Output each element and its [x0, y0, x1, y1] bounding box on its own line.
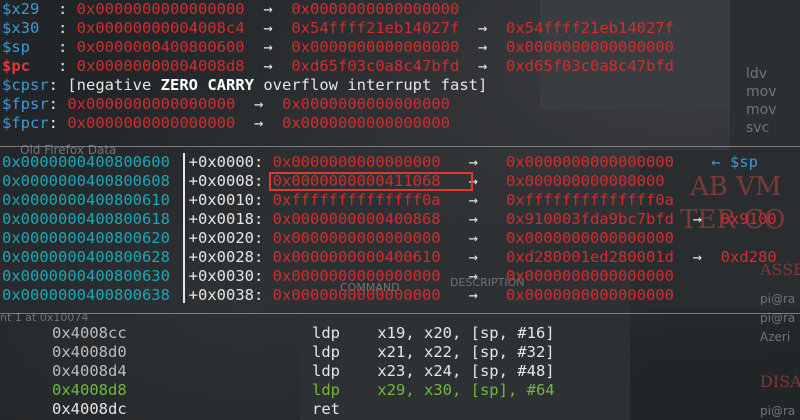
stack-row: 0x0000000400800620 +0x0020: 0x0000000000… [2, 229, 674, 247]
stack-row: 0x0000000400800628 +0x0028: 0x0000000000… [2, 248, 777, 266]
stack-row: 0x0000000400800610 +0x0010: 0xffffffffff… [2, 191, 674, 209]
disasm-instruction: ldp x21, x22, [sp, #32] [312, 343, 555, 361]
stack-row: 0x0000000400800630 +0x0030: 0x0000000000… [2, 267, 674, 285]
register-row-fpcr: $fpcr: 0x0000000000000000 → 0x0000000000… [2, 114, 450, 132]
register-row-sp: $sp : 0x0000000400800600 → 0x00000000000… [2, 38, 674, 56]
highlighted-stack-value [269, 172, 473, 191]
disasm-instruction: ldp x19, x20, [sp, #16] [312, 324, 555, 342]
section-divider-stack [0, 146, 800, 147]
stack-row: 0x0000000400800600 +0x0000: 0x0000000000… [2, 153, 758, 171]
register-row-x30: $x30 : 0x00000000004008c4 → 0x54ffff21eb… [2, 19, 674, 37]
sp-pointer-tag: ← $sp [711, 153, 758, 171]
register-row-x29: $x29 : 0x0000000000000000 → 0x0000000000… [2, 0, 460, 18]
register-row-pc: $pc : 0x00000000004008d8 → 0xd65f03c0a8c… [2, 57, 674, 75]
register-row-cpsr: $cpsr: [negative ZERO CARRY overflow int… [2, 76, 488, 94]
register-row-fpsr: $fpsr: 0x0000000000000000 → 0x0000000000… [2, 95, 450, 113]
disasm-instruction: ret [312, 400, 340, 418]
stack-row: 0x0000000400800618 +0x0018: 0x0000000000… [2, 210, 777, 228]
disasm-instruction-current: ldp x29, x30, [sp], #64 [312, 381, 555, 399]
stack-row: 0x0000000400800638 +0x0038: 0x0000000000… [2, 286, 674, 304]
disasm-line: 0x4008d0 [52, 343, 127, 361]
disasm-line: 0x4008d4 [52, 362, 127, 380]
disasm-line-current: 0x4008d8 [52, 381, 127, 399]
disasm-line: 0x4008cc [52, 324, 127, 342]
disasm-line: 0x4008dc [52, 400, 127, 418]
gdb-terminal[interactable]: $x29 : 0x0000000000000000 → 0x0000000000… [0, 0, 800, 420]
section-divider-code [0, 313, 800, 314]
disasm-instruction: ldp x23, x24, [sp, #48] [312, 362, 555, 380]
